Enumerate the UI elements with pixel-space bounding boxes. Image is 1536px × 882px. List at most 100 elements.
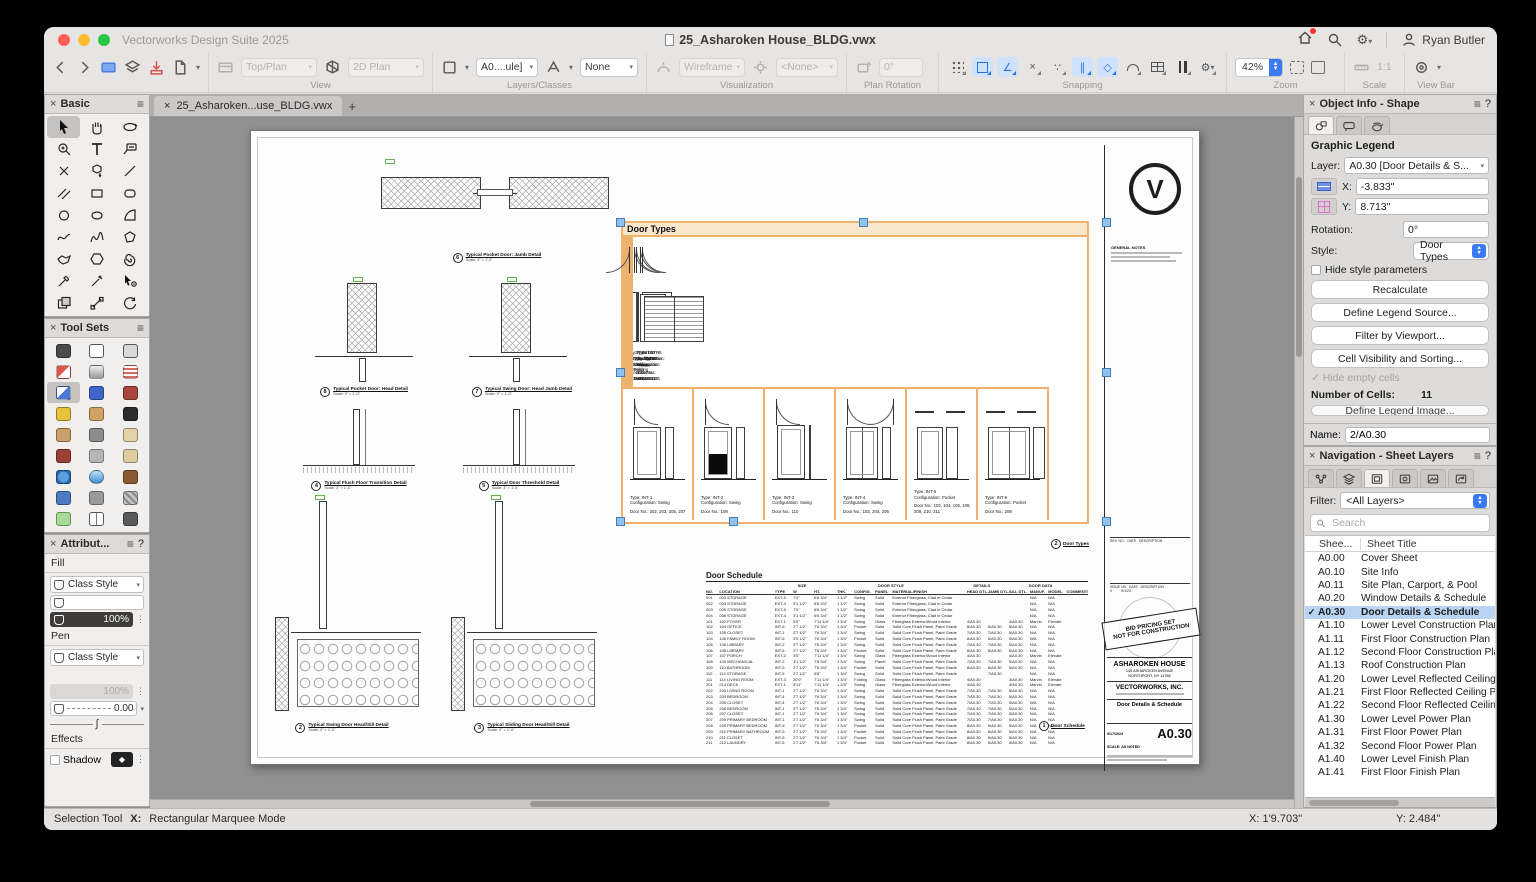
- shadow-checkbox[interactable]: [50, 755, 60, 765]
- arc-mode-button[interactable]: [1122, 57, 1143, 77]
- lineweight-chevron[interactable]: ▾: [140, 705, 144, 713]
- sheet-row[interactable]: A1.22 Second Floor Reflected Ceiling Pla…: [1305, 699, 1495, 712]
- define-legend-image-button[interactable]: Define Legend Image...: [1311, 405, 1489, 416]
- legend-cell[interactable]: Type: INT-5Configuration: PocketDoor No.…: [907, 387, 978, 520]
- toolset-cabinet[interactable]: [114, 445, 147, 466]
- pause-snapping-button[interactable]: [1172, 57, 1193, 77]
- toolset-plumbing[interactable]: [47, 487, 80, 508]
- freehand-tool[interactable]: [47, 226, 80, 248]
- hide-empty-cells-toggle[interactable]: ✓ Hide empty cells: [1311, 372, 1489, 384]
- sheet-row[interactable]: A1.10 Lower Level Construction Plan: [1305, 619, 1495, 632]
- toolset-3d-modeling[interactable]: [47, 340, 80, 361]
- legend-cell[interactable]: Type: INT-3Configuration: SwingDoor No.:…: [765, 387, 836, 520]
- toolset-machine[interactable]: [80, 487, 113, 508]
- toolset-solids[interactable]: [47, 361, 80, 382]
- rotation-input[interactable]: 0°: [1403, 221, 1489, 238]
- spline-tool[interactable]: [80, 226, 113, 248]
- selection-handle[interactable]: [616, 218, 625, 227]
- basic-close-icon[interactable]: ×: [50, 98, 56, 110]
- sheet-row[interactable]: A0.20 Window Details & Schedule: [1305, 592, 1495, 605]
- zoom-level-input[interactable]: 42% ▲▼: [1235, 58, 1283, 77]
- toolset-piping[interactable]: [80, 403, 113, 424]
- publish-chevron[interactable]: ▾: [196, 63, 200, 72]
- sheet-layers-tab[interactable]: [1364, 469, 1390, 487]
- toolset-nurbs[interactable]: [114, 361, 147, 382]
- legend-cell[interactable]: Type: INT-1Configuration: SwingDoor No.:…: [623, 387, 694, 520]
- clip-tool[interactable]: [47, 292, 80, 314]
- zoom-stepper[interactable]: ▲▼: [1269, 58, 1282, 77]
- legend-cell[interactable]: Type: INT-4Configuration: SwingDoor No.:…: [836, 387, 907, 520]
- intersection-snap-button[interactable]: ×: [1022, 57, 1043, 77]
- canvas-horizontal-scrollbar[interactable]: [150, 799, 1294, 808]
- user-account[interactable]: Ryan Butler: [1401, 32, 1485, 48]
- scale-ruler-icon[interactable]: [1353, 59, 1370, 76]
- polygon-tool[interactable]: [114, 226, 147, 248]
- view-mode-select[interactable]: Top/Plan▾: [241, 58, 317, 77]
- forward-button[interactable]: [76, 59, 93, 76]
- import-icon[interactable]: [148, 59, 165, 76]
- regular-polygon-tool[interactable]: [80, 248, 113, 270]
- sheet-row[interactable]: A1.31 First Floor Power Plan: [1305, 726, 1495, 739]
- background-select[interactable]: <None>▾: [776, 58, 838, 77]
- render-tab[interactable]: [1364, 116, 1390, 134]
- lineweight-select[interactable]: 0.00: [50, 701, 137, 716]
- search-icon[interactable]: [1327, 32, 1343, 48]
- sheet-list-header[interactable]: Shee... Sheet Title: [1305, 536, 1495, 552]
- attributes-help-icon[interactable]: ?: [138, 538, 144, 550]
- selection-handle[interactable]: [859, 218, 868, 227]
- back-button[interactable]: [52, 59, 69, 76]
- new-tab-button[interactable]: +: [348, 99, 356, 114]
- rounded-rectangle-tool[interactable]: [114, 182, 147, 204]
- fill-opacity-slider[interactable]: 100%: [50, 612, 133, 627]
- lighting-icon[interactable]: [752, 59, 769, 76]
- references-tab[interactable]: [1448, 469, 1474, 487]
- define-legend-source-button[interactable]: Define Legend Source...: [1311, 303, 1489, 322]
- oip-help-icon[interactable]: ?: [1485, 98, 1491, 110]
- line-tool[interactable]: [114, 160, 147, 182]
- fill-style-select[interactable]: Class Style▾: [50, 576, 144, 593]
- legend-cell[interactable]: Type: INT-2Configuration: SwingDoor No.:…: [694, 387, 765, 520]
- filter-by-viewport-button[interactable]: Filter by Viewport...: [1311, 326, 1489, 345]
- x-marker-tool[interactable]: [47, 160, 80, 182]
- search-input[interactable]: [1330, 516, 1484, 530]
- sheet-row[interactable]: A1.13 Roof Construction Plan: [1305, 659, 1495, 672]
- hide-style-checkbox[interactable]: [1311, 265, 1321, 275]
- layer-select[interactable]: A0....ule]▾: [476, 58, 538, 77]
- layers-icon[interactable]: [124, 59, 141, 76]
- publish-icon[interactable]: [172, 59, 189, 76]
- toolset-structural[interactable]: [80, 424, 113, 445]
- plan-position-icon[interactable]: [1311, 178, 1337, 195]
- y-input[interactable]: 8.713": [1355, 198, 1489, 215]
- rotate-tool[interactable]: [114, 292, 147, 314]
- x-input[interactable]: -3.833": [1356, 178, 1489, 195]
- smart-edge-snap-button[interactable]: ∥: [1072, 57, 1093, 77]
- canvas-vertical-scrollbar[interactable]: [1294, 117, 1303, 808]
- sheet-number-column[interactable]: Shee...: [1305, 538, 1361, 550]
- class-icon[interactable]: [545, 59, 562, 76]
- nav-close-icon[interactable]: ×: [1309, 450, 1315, 462]
- callout-tool[interactable]: [114, 138, 147, 160]
- marquee-zoom-icon[interactable]: [1290, 61, 1304, 74]
- render-cube-icon[interactable]: [324, 59, 341, 76]
- toolset-rendering[interactable]: [80, 382, 113, 403]
- selection-tool[interactable]: [47, 116, 80, 138]
- tangent-snap-button[interactable]: ◇: [1097, 57, 1118, 77]
- saved-views-tab[interactable]: [1420, 469, 1446, 487]
- home-icon[interactable]: [1297, 30, 1313, 51]
- fill-color-swatch[interactable]: [50, 595, 144, 610]
- recalculate-button[interactable]: Recalculate: [1311, 280, 1489, 299]
- magic-wand-tool[interactable]: [80, 270, 113, 292]
- sheet-row[interactable]: A1.20 Lower Level Reflected Ceiling Plan: [1305, 673, 1495, 686]
- toolset-glazing[interactable]: [47, 382, 80, 403]
- sheet-row[interactable]: A0.11 Site Plan, Carport, & Pool: [1305, 579, 1495, 592]
- flyover-tool[interactable]: [114, 116, 147, 138]
- pan-tool[interactable]: [80, 116, 113, 138]
- saved-views-icon[interactable]: [217, 59, 234, 76]
- shadow-settings-button[interactable]: ◆: [111, 752, 133, 767]
- legend-cell[interactable]: Type: EXT-5Configuration: SwingDoor No.:…: [631, 237, 633, 387]
- legend-cell[interactable]: Type: INT-6Configuration: PocketDoor No.…: [978, 387, 1049, 520]
- nav-menu-icon[interactable]: ≡: [1474, 449, 1481, 463]
- toolset-dimension[interactable]: [114, 424, 147, 445]
- nav-help-icon[interactable]: ?: [1485, 450, 1491, 462]
- smart-point-snap-button[interactable]: ∵: [1047, 57, 1068, 77]
